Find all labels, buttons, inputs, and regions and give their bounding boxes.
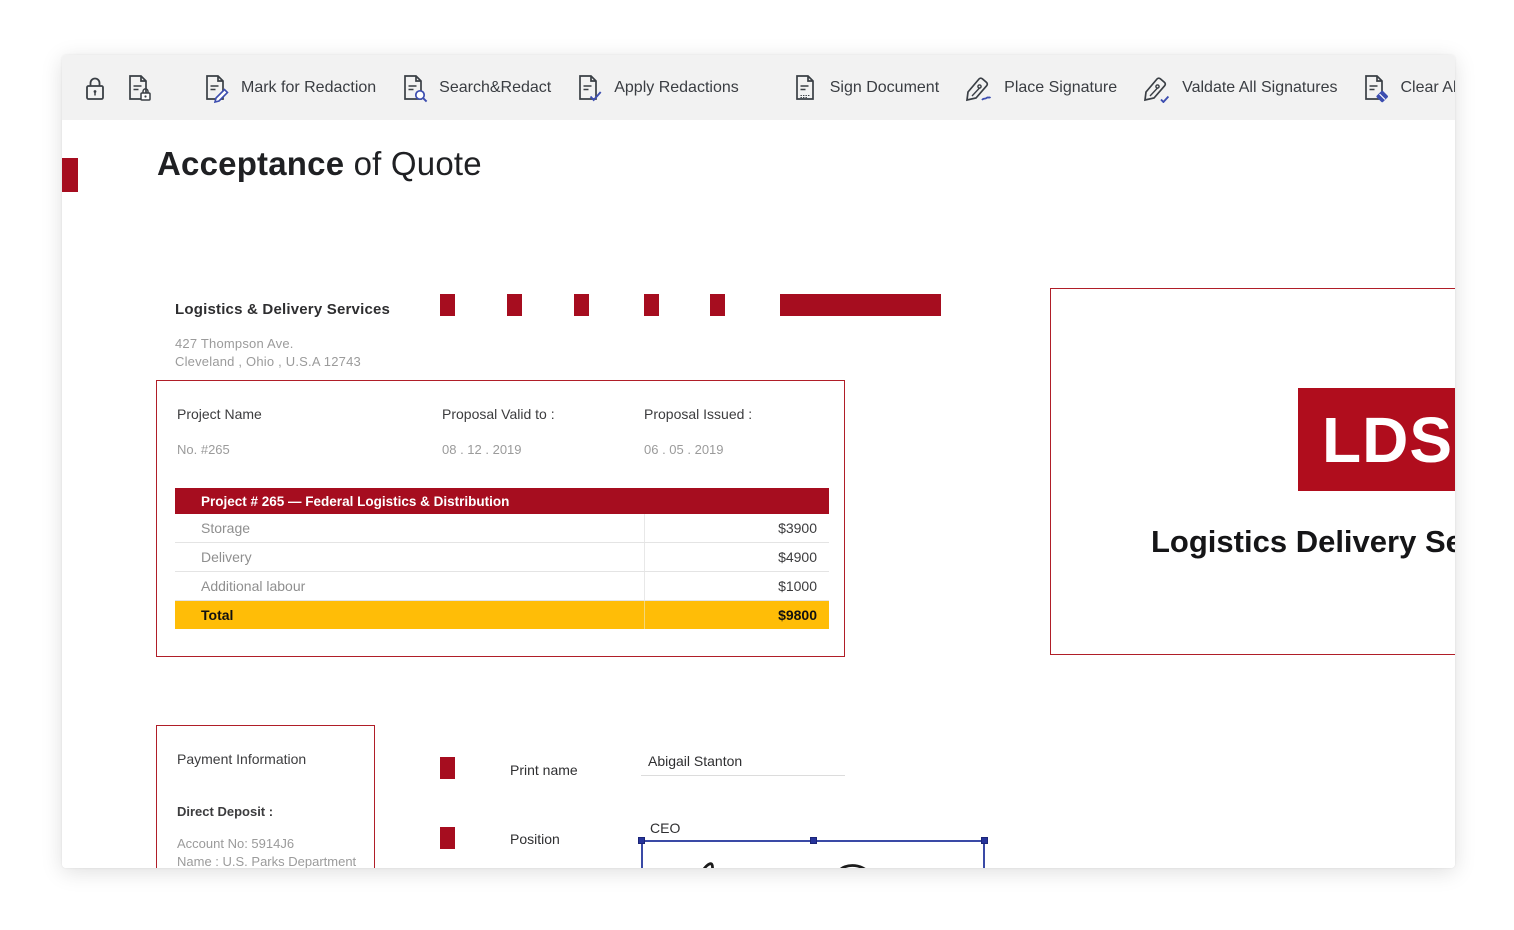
invoice-item-name: Delivery [201, 549, 252, 565]
proposal-field-label: Proposal Issued : [644, 406, 753, 422]
mark-for-redaction-icon [206, 74, 229, 103]
document-page: Acceptance of Quote Logistics & Delivery… [62, 120, 1455, 868]
invoice-item-price: $3900 [778, 520, 817, 536]
invoice-table: Project # 265 — Federal Logistics & Dist… [175, 488, 829, 629]
proposal-field-label: Proposal Valid to : [442, 406, 555, 422]
title-accent-mark [62, 158, 78, 192]
column-divider [644, 572, 645, 600]
invoice-table-header: Project # 265 — Federal Logistics & Dist… [175, 488, 829, 514]
position-value: CEO [650, 820, 681, 836]
page-title-bold: Acceptance [157, 145, 345, 182]
lock-icon [86, 77, 104, 100]
column-divider [644, 601, 645, 629]
invoice-item-name: Storage [201, 520, 251, 536]
redaction-mark [507, 294, 522, 316]
search-redact-icon [404, 74, 428, 102]
payment-information-box: Payment Information Direct Deposit : Acc… [156, 725, 375, 868]
company-address-line1: 427 Thompson Ave. [175, 336, 294, 351]
validate-all-signatures-button[interactable]: Valdate All Signatures [1129, 67, 1349, 109]
mark-for-redaction-button[interactable]: Mark for Redaction [190, 67, 388, 109]
redaction-mark [440, 827, 455, 849]
payment-name: Name : U.S. Parks Department [177, 854, 357, 868]
place-signature-label: Place Signature [1004, 78, 1118, 96]
protect-document-button[interactable] [116, 67, 162, 109]
clear-all-signatures-button[interactable]: Clear All Signatures [1349, 67, 1455, 109]
proposal-field-value: 06 . 05 . 2019 [644, 442, 724, 457]
apply-redactions-label: Apply Redactions [614, 78, 739, 96]
redaction-mark [710, 294, 725, 316]
proposal-box: Project Name Proposal Valid to : Proposa… [156, 380, 845, 657]
proposal-field-value: No. #265 [177, 442, 230, 457]
print-name-underline [641, 775, 845, 776]
resize-handle-ne[interactable] [981, 837, 988, 844]
page-title: Acceptance of Quote [157, 145, 482, 183]
payment-account: Account No: 5914J6 [177, 836, 295, 851]
redaction-mark [644, 294, 659, 316]
print-name-value: Abigail Stanton [648, 753, 743, 769]
sign-document-label: Sign Document [829, 78, 940, 96]
resize-handle-n[interactable] [810, 837, 817, 844]
validate-all-signatures-icon [1144, 76, 1170, 103]
search-redact-button[interactable]: Search&Redact [388, 67, 563, 109]
company-name: Logistics & Delivery Services [175, 301, 391, 318]
column-divider [644, 543, 645, 571]
proposal-field-label: Project Name [177, 406, 262, 422]
clear-all-signatures-icon [1365, 74, 1389, 102]
signature-image[interactable] [644, 842, 984, 868]
invoice-total-label: Total [201, 607, 234, 623]
print-name-label: Print name [510, 762, 578, 778]
mark-for-redaction-label: Mark for Redaction [241, 78, 377, 96]
redaction-mark [440, 757, 455, 779]
screenshot-stage: Mark for Redaction Search&Redact Apply R… [0, 0, 1514, 930]
sign-document-button[interactable]: Sign Document [779, 67, 951, 109]
payment-method: Direct Deposit : [177, 804, 274, 819]
place-signature-icon [966, 76, 992, 101]
table-row: Storage $3900 [175, 514, 829, 543]
signature-selection-box[interactable] [638, 837, 988, 868]
lds-logo-caption: Logistics Delivery Services [1151, 524, 1455, 559]
proposal-field-value: 08 . 12 . 2019 [442, 442, 522, 457]
apply-redactions-button[interactable]: Apply Redactions [563, 67, 751, 109]
invoice-total-value: $9800 [778, 607, 817, 623]
table-row: Delivery $4900 [175, 543, 829, 572]
sign-document-icon [795, 74, 814, 100]
page-title-rest: of Quote [344, 145, 482, 182]
clear-all-signatures-label: Clear All Signatures [1400, 78, 1455, 96]
search-redact-label: Search&Redact [439, 78, 552, 96]
lock-button[interactable] [74, 67, 116, 109]
validate-all-signatures-label: Valdate All Signatures [1182, 78, 1338, 96]
invoice-item-price: $4900 [778, 549, 817, 565]
company-address-line2: Cleveland , Ohio , U.S.A 12743 [175, 354, 361, 369]
payment-information-title: Payment Information [177, 751, 307, 767]
column-divider [644, 514, 645, 542]
apply-redactions-icon [579, 74, 602, 101]
company-logo-panel: LDS Logistics Delivery Services [1050, 288, 1455, 655]
resize-handle-nw[interactable] [638, 837, 645, 844]
document-lock-icon [129, 74, 151, 101]
redaction-mark [574, 294, 589, 316]
invoice-item-name: Additional labour [201, 578, 306, 594]
redaction-bar [780, 294, 941, 316]
table-row: Additional labour $1000 [175, 572, 829, 601]
lds-logo-block: LDS [1298, 388, 1455, 491]
invoice-total-row: Total $9800 [175, 601, 829, 629]
place-signature-button[interactable]: Place Signature [951, 67, 1129, 109]
pdf-editor-window: Mark for Redaction Search&Redact Apply R… [62, 55, 1455, 868]
position-label: Position [510, 831, 560, 847]
lds-logo-text: LDS [1322, 403, 1453, 476]
toolbar: Mark for Redaction Search&Redact Apply R… [62, 55, 1455, 120]
invoice-item-price: $1000 [778, 578, 817, 594]
redaction-mark [440, 294, 455, 316]
